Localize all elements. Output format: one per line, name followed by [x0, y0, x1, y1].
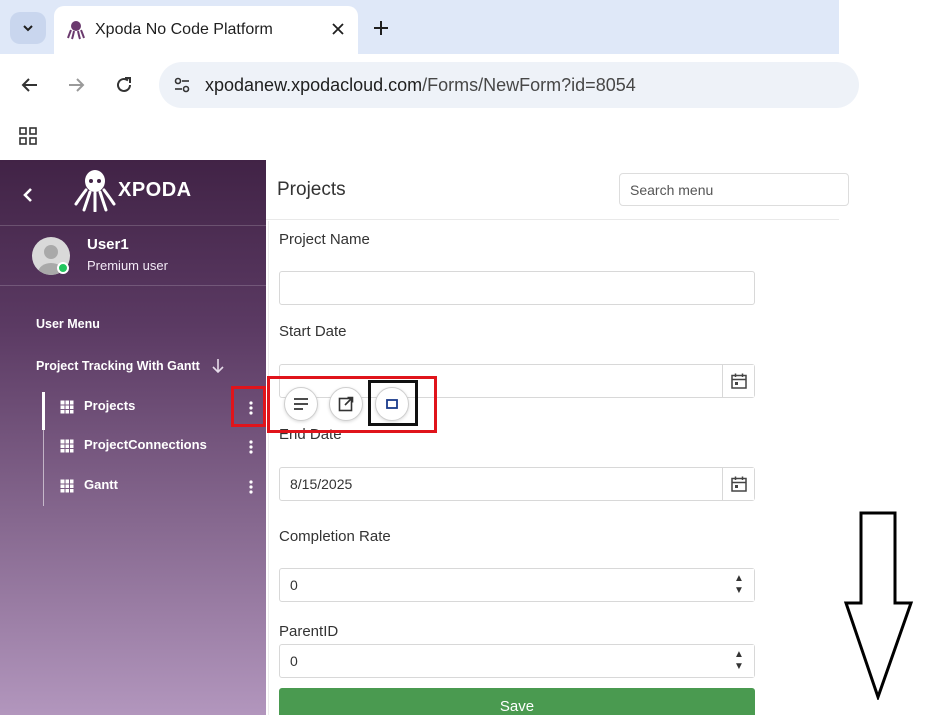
sidebar-item-label: Projects: [84, 398, 136, 413]
sidebar-item-label: ProjectConnections: [84, 437, 207, 452]
user-menu-heading: User Menu: [36, 317, 100, 331]
menu-group-project-tracking[interactable]: Project Tracking With Gantt: [36, 359, 200, 373]
forward-arrow-icon: [69, 78, 85, 92]
project-name-input[interactable]: [280, 272, 754, 304]
end-date-field[interactable]: [279, 467, 755, 501]
main-content: Projects Project Name Start Date End Dat…: [266, 160, 849, 715]
site-info-icon: [174, 77, 190, 93]
forward-button[interactable]: [61, 70, 91, 100]
divider: [0, 225, 266, 226]
user-name: User1: [87, 236, 129, 253]
screen: Xpoda No Code Platform xpodanew.xpodaclo…: [0, 0, 945, 715]
bookmarks-bar: [0, 116, 839, 160]
new-tab-button[interactable]: [368, 15, 394, 41]
calendar-icon: [730, 476, 747, 492]
form-panel: Project Name Start Date End Date Complet…: [268, 221, 839, 715]
end-date-input[interactable]: [280, 468, 754, 500]
end-date-calendar-button[interactable]: [722, 468, 754, 500]
completion-rate-label: Completion Rate: [279, 528, 391, 545]
url-text: xpodanew.xpodacloud.com/Forms/NewForm?id…: [205, 75, 636, 96]
list-view-button[interactable]: [284, 387, 318, 421]
back-button[interactable]: [15, 70, 45, 100]
octopus-favicon-icon: [67, 21, 85, 40]
sidebar-item-projects[interactable]: Projects: [60, 393, 250, 421]
page-title: Projects: [277, 179, 346, 200]
close-icon: [332, 23, 344, 35]
divider: [0, 285, 266, 286]
tab-search-button[interactable]: [10, 12, 46, 44]
address-bar[interactable]: xpodanew.xpodacloud.com/Forms/NewForm?id…: [159, 62, 859, 108]
brand-name: XPODA: [118, 179, 192, 201]
completion-rate-input[interactable]: [280, 569, 754, 601]
gantt-options-button[interactable]: [244, 477, 258, 497]
parent-id-stepper[interactable]: ▲ ▼: [724, 645, 754, 677]
open-new-window-button[interactable]: [329, 387, 363, 421]
octopus-logo-icon: [74, 170, 116, 212]
increment-icon[interactable]: ▲: [734, 649, 744, 661]
sidebar-item-projectconnections[interactable]: ProjectConnections: [60, 432, 250, 460]
completion-rate-stepper[interactable]: ▲ ▼: [724, 569, 754, 601]
completion-rate-field[interactable]: ▲ ▼: [279, 568, 755, 602]
expand-group-button[interactable]: [208, 356, 228, 376]
sidebar-item-gantt[interactable]: Gantt: [60, 472, 250, 500]
main-header: Projects: [266, 160, 849, 220]
decrement-icon[interactable]: ▼: [734, 585, 744, 597]
open-external-icon: [338, 396, 354, 412]
annotation-focus-box: [368, 380, 418, 426]
annotation-highlight-box: [231, 386, 266, 427]
parent-id-input[interactable]: [280, 645, 754, 677]
table-icon: [60, 400, 74, 414]
sidebar-item-label: Gantt: [84, 477, 118, 492]
chevron-left-icon: [23, 188, 32, 202]
browser-toolbar: xpodanew.xpodacloud.com/Forms/NewForm?id…: [0, 54, 859, 116]
table-icon: [60, 439, 74, 453]
active-item-indicator: [42, 392, 45, 430]
online-status-indicator: [57, 262, 69, 274]
search-menu-input[interactable]: [620, 174, 848, 205]
table-icon: [60, 479, 74, 493]
kebab-menu-icon: [249, 440, 253, 454]
browser-tab[interactable]: Xpoda No Code Platform: [54, 6, 358, 54]
decrement-icon[interactable]: ▼: [734, 661, 744, 673]
arrow-down-icon: [212, 359, 224, 374]
search-menu-box[interactable]: [619, 173, 849, 206]
kebab-menu-icon: [249, 480, 253, 494]
apps-button[interactable]: [14, 122, 42, 150]
url-host: xpodanew.xpodacloud.com: [205, 75, 423, 95]
parent-id-label: ParentID: [279, 623, 339, 640]
chevron-down-icon: [23, 25, 33, 32]
projectconnections-options-button[interactable]: [244, 437, 258, 457]
parent-id-field[interactable]: ▲ ▼: [279, 644, 755, 678]
project-name-label: Project Name: [279, 231, 370, 248]
list-icon: [294, 398, 308, 410]
increment-icon[interactable]: ▲: [734, 573, 744, 585]
url-path: /Forms/NewForm?id=8054: [422, 75, 636, 95]
start-date-calendar-button[interactable]: [722, 365, 754, 397]
plus-icon: [374, 21, 388, 35]
calendar-icon: [730, 373, 747, 389]
reload-button[interactable]: [109, 70, 139, 100]
browser-window: Xpoda No Code Platform xpodanew.xpodaclo…: [0, 0, 859, 160]
reload-icon: [117, 77, 131, 92]
start-date-label: Start Date: [279, 323, 347, 340]
scroll-down-arrow-icon: [843, 511, 914, 700]
site-info-button[interactable]: [167, 70, 197, 100]
apps-grid-icon: [19, 127, 37, 145]
user-role: Premium user: [87, 258, 168, 273]
save-button[interactable]: Save: [279, 688, 755, 715]
tab-close-button[interactable]: [326, 17, 350, 41]
tab-strip: Xpoda No Code Platform: [0, 0, 839, 54]
project-name-field[interactable]: [279, 271, 755, 305]
sidebar-collapse-button[interactable]: [16, 182, 40, 208]
sidebar: XPODA User1 Premium user User Menu Proje…: [0, 160, 266, 715]
tab-title: Xpoda No Code Platform: [95, 21, 273, 38]
back-arrow-icon: [21, 78, 37, 92]
